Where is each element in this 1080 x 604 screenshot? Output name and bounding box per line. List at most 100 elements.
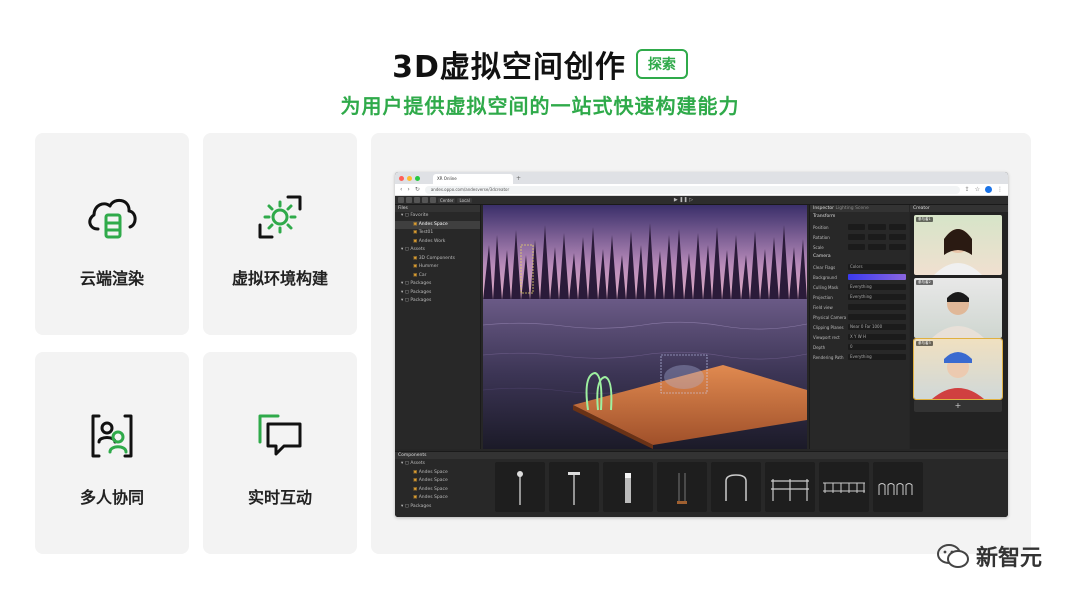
- reload-icon[interactable]: ↻: [415, 186, 420, 193]
- asset-thumbnail[interactable]: [873, 462, 923, 512]
- scene-viewport[interactable]: [483, 205, 807, 449]
- browser-tabbar: XR Online +: [395, 172, 1008, 184]
- background-color-swatch[interactable]: [848, 274, 906, 280]
- file-tree-item[interactable]: ▣ 3D Components: [395, 255, 480, 264]
- transform-y-field[interactable]: [868, 234, 886, 240]
- camera-row: Projection Everything: [810, 292, 909, 302]
- file-tree-item[interactable]: ▣ Test01: [395, 229, 480, 238]
- camera-value-field[interactable]: Everything: [848, 294, 906, 300]
- file-tree-item[interactable]: ▾ ▢ Packages: [395, 297, 480, 306]
- lamp-post-icon: [517, 471, 523, 505]
- add-participant-button[interactable]: +: [914, 400, 1002, 412]
- components-tree: ▾ ▢ Assets ▣ Andes Space ▣ Andes Space ▣ An…: [395, 460, 495, 517]
- more-icon[interactable]: ⋮: [997, 186, 1003, 193]
- maximize-dot-icon[interactable]: [415, 175, 420, 181]
- asset-thumbnail[interactable]: [711, 462, 761, 512]
- camera-row: Physical Camera: [810, 312, 909, 322]
- fence-icon: [771, 479, 809, 501]
- camera-value-field[interactable]: Everything: [848, 354, 906, 360]
- component-tree-item[interactable]: ▣ Andes Space: [395, 477, 495, 486]
- browser-tab[interactable]: XR Online: [433, 174, 513, 184]
- asset-thumbnail[interactable]: [495, 462, 545, 512]
- transform-z-field[interactable]: [888, 244, 906, 250]
- participant-name: 参与者2: [916, 280, 933, 285]
- asset-thumbnail[interactable]: [765, 462, 815, 512]
- file-tree-item[interactable]: ▣ Car: [395, 272, 480, 281]
- asset-thumbnail[interactable]: [819, 462, 869, 512]
- star-icon[interactable]: ☆: [975, 186, 980, 193]
- participant-video[interactable]: 参与者3: [913, 338, 1003, 400]
- participant-video[interactable]: 参与者1: [914, 215, 1002, 275]
- component-tree-item[interactable]: ▾ ▢ Packages: [395, 503, 495, 512]
- explore-button[interactable]: 探索: [635, 49, 688, 79]
- profile-avatar[interactable]: [985, 186, 992, 193]
- bollard-light-icon: [625, 473, 631, 503]
- tree-item-label: Car: [418, 272, 427, 278]
- camera-value-field[interactable]: Colors: [848, 264, 906, 270]
- camera-value-field[interactable]: Everything: [848, 284, 906, 290]
- camera-section-title: Camera: [813, 254, 831, 259]
- pivot-local-button[interactable]: Local: [457, 197, 472, 203]
- chevron-down-icon: ▾ ▢: [401, 247, 411, 252]
- feature-card-cloud-render: 云端渲染: [35, 133, 189, 335]
- transform-x-field[interactable]: [848, 224, 866, 230]
- pivot-center-button[interactable]: Center: [438, 197, 456, 203]
- participant-video[interactable]: 参与者2: [914, 278, 1002, 338]
- tab-scene[interactable]: Scene: [855, 206, 869, 211]
- url-field[interactable]: andes.oppo.com/andesverse/3dcreator: [424, 185, 960, 194]
- component-tree-item[interactable]: ▣ Andes Space: [395, 486, 495, 495]
- file-tree-item[interactable]: ▣ Hummer: [395, 263, 480, 272]
- feature-label: 云端渲染: [79, 269, 144, 288]
- tree-item-label: Packages: [410, 281, 432, 286]
- file-tree-item[interactable]: ▣ Andes Work: [395, 238, 480, 247]
- components-panel: Components ▾ ▢ Assets ▣ Andes Space ▣ Ande…: [395, 451, 1008, 517]
- transform-z-field[interactable]: [888, 224, 906, 230]
- tab-lighting[interactable]: Lighting: [835, 206, 853, 211]
- new-tab-icon[interactable]: +: [516, 175, 521, 182]
- camera-value-field[interactable]: 0: [848, 344, 906, 350]
- participant-name: 参与者1: [916, 217, 933, 222]
- asset-thumbnail[interactable]: [549, 462, 599, 512]
- transform-y-field[interactable]: [868, 244, 886, 250]
- back-icon[interactable]: ‹: [400, 186, 402, 193]
- rect-tool-icon[interactable]: [430, 197, 436, 203]
- tree-item-label: Andes Space: [418, 221, 448, 227]
- camera-value-field[interactable]: [848, 304, 906, 310]
- minimize-dot-icon[interactable]: [407, 175, 412, 181]
- forward-icon[interactable]: ›: [407, 186, 409, 193]
- rotate-tool-icon[interactable]: [414, 197, 420, 203]
- close-dot-icon[interactable]: [399, 175, 404, 181]
- tab-inspector[interactable]: Inspector: [813, 206, 834, 211]
- transform-y-field[interactable]: [868, 224, 886, 230]
- share-icon[interactable]: ⇪: [965, 186, 970, 193]
- asset-thumbnails: [495, 462, 923, 512]
- file-tree-item[interactable]: ▾ ▢ Packages: [395, 289, 480, 298]
- scale-tool-icon[interactable]: [422, 197, 428, 203]
- file-tree-item[interactable]: ▾ ▢ Favorite: [395, 212, 480, 221]
- tree-item-label: Andes Space: [418, 478, 448, 483]
- file-tree-item[interactable]: ▾ ▢ Packages: [395, 280, 480, 289]
- chevron-down-icon: ▾ ▢: [401, 298, 411, 303]
- camera-value-field[interactable]: X Y W H: [848, 334, 906, 340]
- creator-panel: Creator 参与者1 参与者2 参与者3 +: [910, 205, 1008, 449]
- component-tree-item[interactable]: ▾ ▢ Assets: [395, 460, 495, 469]
- camera-row: Viewport rect X Y W H: [810, 332, 909, 342]
- camera-label: Culling Mask: [813, 284, 839, 290]
- camera-row: Clear Flags Colors: [810, 262, 909, 272]
- file-tree-item[interactable]: ▾ ▢ Assets: [395, 246, 480, 255]
- component-tree-item[interactable]: ▣ Andes Space: [395, 494, 495, 503]
- component-tree-item[interactable]: ▣ Andes Space: [395, 469, 495, 478]
- move-tool-icon[interactable]: [406, 197, 412, 203]
- participant-portrait-icon: [932, 292, 984, 338]
- transform-z-field[interactable]: [888, 234, 906, 240]
- play-icon[interactable]: ▶ ❚❚ ▷: [674, 197, 693, 203]
- transform-x-field[interactable]: [848, 234, 866, 240]
- asset-thumbnail[interactable]: [657, 462, 707, 512]
- transform-x-field[interactable]: [848, 244, 866, 250]
- tree-item-label: Packages: [410, 503, 432, 509]
- camera-value-field[interactable]: [848, 314, 906, 320]
- hand-tool-icon[interactable]: [398, 197, 404, 203]
- asset-thumbnail[interactable]: [603, 462, 653, 512]
- file-tree-item[interactable]: ▣ Andes Space: [395, 220, 480, 229]
- camera-value-field[interactable]: Near 0 Far 1000: [848, 324, 906, 330]
